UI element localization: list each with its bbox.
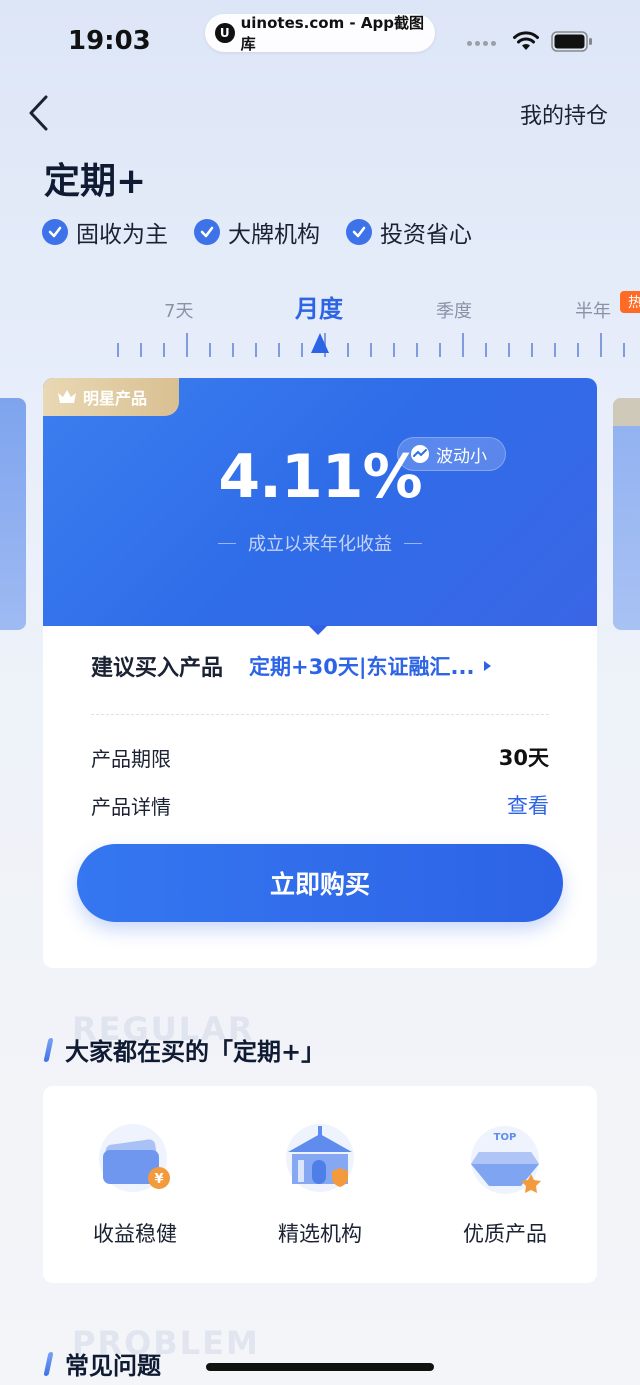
check-circle-icon (346, 219, 372, 245)
section-accent-bar (43, 1351, 54, 1376)
rate-caption-text: 成立以来年化收益 (248, 534, 392, 555)
hot-badge: 热 (620, 291, 640, 313)
tab-monthly[interactable]: 月度 (295, 289, 343, 324)
suggested-product-link[interactable]: 定期+30天|东证融汇... (249, 651, 474, 681)
popular-item-selected-institutions[interactable]: 精选机构 (228, 1086, 412, 1283)
faq-section-title-text: 常见问题 (65, 1352, 161, 1380)
institution-shield-icon (286, 1124, 354, 1192)
feature-label: 固收为主 (76, 222, 168, 248)
term-row: 产品期限 30天 (91, 742, 549, 772)
popular-features-card: ¥ 收益稳健 精选机构 TOP 优质产品 (43, 1086, 597, 1283)
check-circle-icon (42, 219, 68, 245)
rate-caption: 成立以来年化收益 (43, 530, 597, 556)
popular-item-label: 精选机构 (278, 1222, 362, 1246)
volatility-label: 波动小 (436, 446, 487, 467)
feature-list: 固收为主 大牌机构 投资省心 (42, 215, 472, 249)
popular-item-quality-products[interactable]: TOP 优质产品 (413, 1086, 597, 1283)
tab-quarterly[interactable]: 季度 (436, 297, 472, 323)
crown-icon (58, 390, 76, 403)
status-bar: 19:03 U uinotes.com - App截图库 (0, 0, 640, 80)
star-product-badge: 明星产品 (43, 378, 179, 416)
feature-item: 投资省心 (346, 215, 472, 249)
popular-section-title: 大家都在买的「定期+」 (43, 1032, 326, 1067)
annualized-rate: 4.11% (218, 442, 422, 512)
popular-section-title-text: 大家都在买的「定期+」 (65, 1038, 326, 1066)
wallet-yen-icon: ¥ (99, 1124, 170, 1192)
battery-icon (551, 31, 592, 52)
watermark-text: uinotes.com - App截图库 (240, 14, 424, 53)
period-selector[interactable]: 7天 月度 季度 半年 热 (0, 285, 640, 365)
dashed-divider (91, 714, 549, 715)
my-holdings-link[interactable]: 我的持仓 (520, 98, 608, 130)
feature-label: 投资省心 (380, 222, 472, 248)
term-label: 产品期限 (91, 746, 171, 771)
home-indicator[interactable] (206, 1363, 434, 1371)
product-card: 明星产品 4.11% 波动小 成立以来年化收益 建议买入产品 定期+30天|东证… (43, 378, 597, 968)
wifi-icon (513, 31, 539, 50)
caret-right-icon[interactable] (484, 661, 492, 671)
check-circle-icon (194, 219, 220, 245)
faq-section-title: 常见问题 (43, 1346, 161, 1381)
hero-notch (308, 625, 328, 635)
volatility-badge: 波动小 (397, 437, 506, 471)
view-details-link[interactable]: 查看 (507, 790, 549, 820)
trend-icon (411, 445, 429, 463)
popular-item-label: 收益稳健 (93, 1222, 177, 1246)
suggest-label: 建议买入产品 (91, 656, 224, 681)
tab-half-year[interactable]: 半年 (575, 297, 611, 323)
feature-item: 固收为主 (42, 215, 168, 249)
signal-dots-icon (467, 41, 496, 46)
svg-text:¥: ¥ (154, 1172, 163, 1187)
watermark-pill: U uinotes.com - App截图库 (205, 14, 435, 53)
tab-7-days[interactable]: 7天 (164, 297, 193, 323)
page-title: 定期+ (44, 161, 147, 202)
watermark-logo-icon: U (215, 23, 235, 43)
product-hero: 明星产品 4.11% 波动小 成立以来年化收益 (43, 378, 597, 626)
next-card-badge (613, 398, 640, 426)
next-card-peek[interactable] (613, 398, 640, 630)
popular-item-label: 优质产品 (463, 1222, 547, 1246)
chevron-left-icon[interactable] (26, 94, 52, 132)
previous-card-peek[interactable] (0, 398, 26, 630)
feature-item: 大牌机构 (194, 215, 320, 249)
term-value: 30天 (498, 746, 549, 770)
feature-label: 大牌机构 (228, 222, 320, 248)
detail-row: 产品详情 查看 (91, 790, 549, 820)
top-label: TOP (494, 1132, 517, 1143)
popular-item-stable-returns[interactable]: ¥ 收益稳健 (43, 1086, 227, 1283)
star-product-label: 明星产品 (83, 389, 148, 408)
status-time: 19:03 (68, 26, 151, 56)
detail-label: 产品详情 (91, 794, 171, 819)
top-diamond-icon: TOP (471, 1126, 541, 1194)
buy-now-button[interactable]: 立即购买 (77, 844, 563, 922)
ruler-pointer-icon (311, 333, 329, 353)
section-accent-bar (43, 1037, 54, 1062)
suggested-product-row[interactable]: 建议买入产品 定期+30天|东证融汇... (91, 650, 561, 682)
